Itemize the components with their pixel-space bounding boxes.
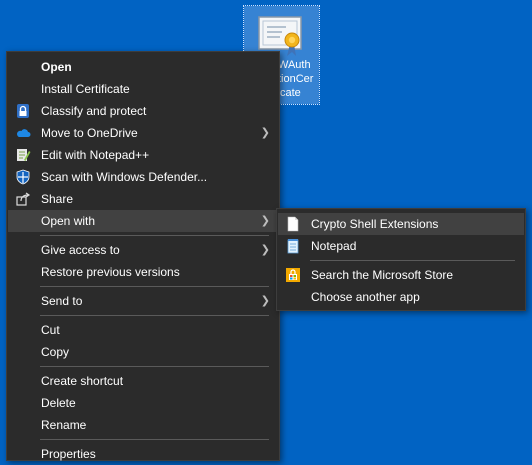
- menu-item-give-access-to[interactable]: Give access to ❯: [8, 239, 278, 261]
- chevron-right-icon: ❯: [260, 295, 270, 307]
- defender-shield-icon: [16, 169, 30, 185]
- notepad-icon: [287, 239, 299, 254]
- menu-item-scan-with-defender[interactable]: Scan with Windows Defender...: [8, 166, 278, 188]
- menu-item-move-to-onedrive[interactable]: Move to OneDrive ❯: [8, 122, 278, 144]
- cloud-icon: [17, 129, 31, 137]
- menu-separator: [40, 235, 269, 236]
- lock-icon: [17, 104, 29, 118]
- submenu-item-notepad[interactable]: Notepad: [278, 235, 524, 257]
- menu-item-rename[interactable]: Rename: [8, 414, 278, 436]
- menu-separator: [40, 315, 269, 316]
- submenu-item-search-microsoft-store[interactable]: Search the Microsoft Store: [278, 264, 524, 286]
- chevron-right-icon: ❯: [260, 244, 270, 256]
- open-with-submenu: Crypto Shell Extensions Notepad Search t…: [276, 208, 526, 311]
- menu-separator: [40, 286, 269, 287]
- menu-item-properties[interactable]: Properties: [8, 443, 278, 465]
- submenu-item-choose-another-app[interactable]: Choose another app: [278, 286, 524, 308]
- menu-item-install-certificate[interactable]: Install Certificate: [8, 78, 278, 100]
- menu-item-create-shortcut[interactable]: Create shortcut: [8, 370, 278, 392]
- menu-item-edit-with-notepadpp[interactable]: Edit with Notepad++: [8, 144, 278, 166]
- menu-item-copy[interactable]: Copy: [8, 341, 278, 363]
- menu-separator: [40, 366, 269, 367]
- chevron-right-icon: ❯: [260, 215, 270, 227]
- menu-separator: [40, 439, 269, 440]
- context-menu: Open Install Certificate Classify and pr…: [6, 51, 280, 461]
- store-icon: [286, 268, 300, 282]
- menu-item-delete[interactable]: Delete: [8, 392, 278, 414]
- menu-separator: [310, 260, 515, 261]
- document-icon: [287, 216, 299, 232]
- menu-item-share[interactable]: Share: [8, 188, 278, 210]
- notepadpp-icon: [17, 149, 31, 161]
- menu-item-restore-previous-versions[interactable]: Restore previous versions: [8, 261, 278, 283]
- menu-item-classify-and-protect[interactable]: Classify and protect: [8, 100, 278, 122]
- menu-item-open[interactable]: Open: [8, 56, 278, 78]
- chevron-right-icon: ❯: [260, 127, 270, 139]
- submenu-item-crypto-shell-extensions[interactable]: Crypto Shell Extensions: [278, 213, 524, 235]
- menu-item-cut[interactable]: Cut: [8, 319, 278, 341]
- share-icon: [16, 192, 31, 206]
- menu-item-open-with[interactable]: Open with ❯: [8, 210, 278, 232]
- menu-item-send-to[interactable]: Send to ❯: [8, 290, 278, 312]
